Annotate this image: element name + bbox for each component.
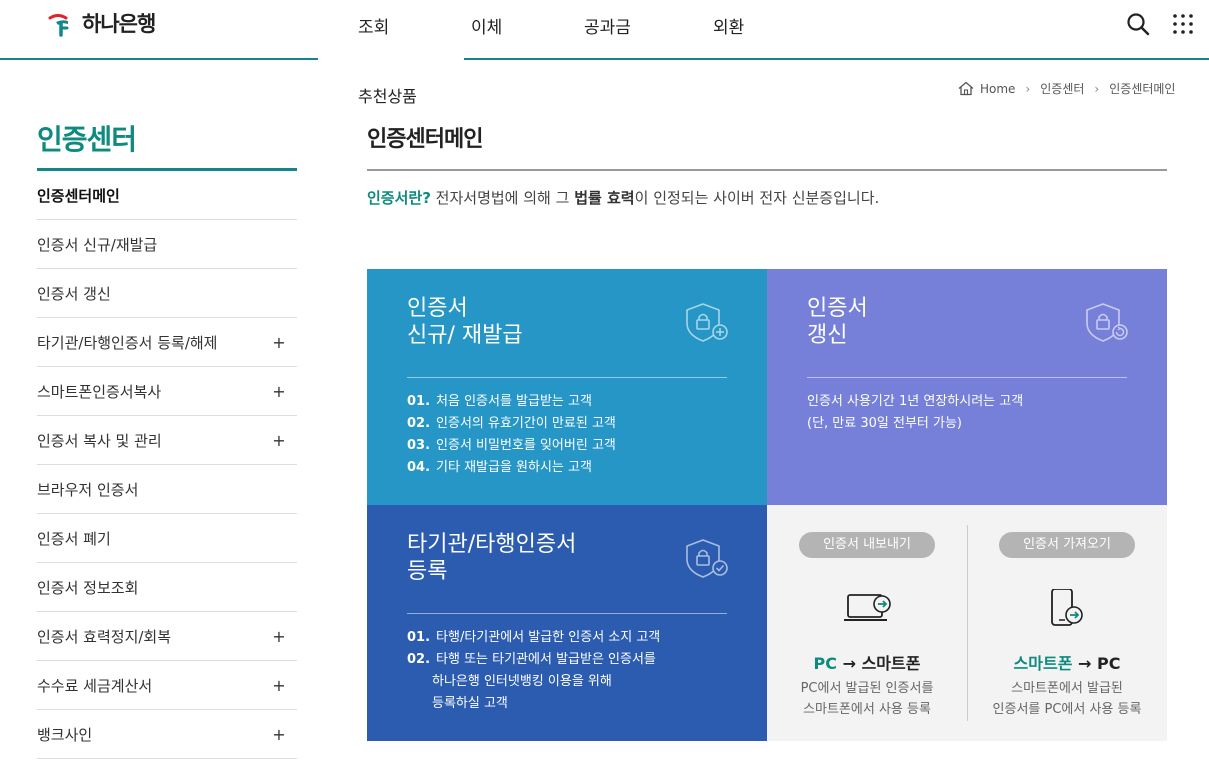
sidebar: 인증센터 인증센터메인 인증서 신규/재발급 인증서 갱신 타기관/타행인증서 … [37,118,297,759]
sidebar-item-label: 브라우저 인증서 [37,480,139,499]
export-description: PC에서 발급된 인증서를 스마트폰에서 사용 등록 [800,681,934,717]
sidebar-item-label: 스마트폰인증서복사 [37,382,162,401]
chevron-right-icon: › [1025,81,1031,96]
import-flow: 스마트폰 → PC [1013,654,1121,673]
list-item: 04. 기타 재발급을 원하시는 고객 [407,460,592,475]
sidebar-item-label: 인증서 정보조회 [37,578,139,597]
intro-highlight: 인증서란? [367,189,431,207]
cert-export-button[interactable]: 인증서 내보내기 [799,532,935,558]
nav-inquiry[interactable]: 조회 [358,13,389,38]
card-title: 타기관/타행인증서 등록 [407,532,577,584]
shield-lock-refresh-icon [1086,303,1128,342]
cert-import-button[interactable]: 인증서 가져오기 [999,532,1135,558]
sidebar-item-label: 수수료 세금계산서 [37,676,153,695]
breadcrumb-home[interactable]: Home [980,82,1015,96]
plus-icon[interactable]: + [271,725,287,744]
hana-bank-logo[interactable]: 하나은행 [46,8,156,38]
list-item: 01. 타행/타기관에서 발급한 인증서 소지 고객 [407,630,661,645]
all-menu-grid-icon[interactable] [1172,13,1194,35]
sidebar-item-cert-suspend[interactable]: 인증서 효력정지/회복 + [37,612,297,661]
sidebar-item-cert-renew[interactable]: 인증서 갱신 [37,269,297,318]
laptop-arrow-icon [844,594,891,621]
page-title: 인증센터메인 [367,127,483,152]
sidebar-item-cert-info[interactable]: 인증서 정보조회 [37,563,297,612]
chevron-right-icon: › [1094,81,1100,96]
list-item: 02. 인증서의 유효기간이 만료된 고객 [407,416,616,431]
sidebar-item-other-bank-cert[interactable]: 타기관/타행인증서 등록/해제 + [37,318,297,367]
plus-icon[interactable]: + [271,676,287,695]
card-divider [407,613,727,614]
list-item: 01. 처음 인증서를 발급받는 고객 [407,394,592,409]
card-divider [807,377,1127,378]
phone-arrow-icon [1051,589,1083,626]
arrow-right-icon: → [1078,654,1092,673]
header: 하나은행 조회 이체 공과금 외환 [0,0,1209,60]
sidebar-item-cert-copy-manage[interactable]: 인증서 복사 및 관리 + [37,416,297,465]
list-item: 02. 타행 또는 타기관에서 발급받은 인증서를 [407,652,656,667]
intro-bold: 법률 효력 [574,189,635,207]
import-description: 스마트폰에서 발급된 인증서를 PC에서 사용 등록 [992,681,1142,717]
plus-icon[interactable]: + [271,627,287,646]
sidebar-item-label: 인증센터메인 [37,186,120,205]
home-icon [958,81,974,96]
plus-icon[interactable]: + [271,333,287,352]
breadcrumb: Home › 인증센터 › 인증센터메인 [958,80,1175,97]
sidebar-item-cert-main[interactable]: 인증센터메인 [37,171,297,220]
title-divider [367,169,1167,171]
nav-utility-bills[interactable]: 공과금 [584,13,631,38]
list-item-continued: 등록하실 고객 [432,696,508,711]
card-divider [407,377,727,378]
cert-export-panel[interactable]: 인증서 내보내기 PC → 스마트폰 PC에서 발급된 인증서를 스마트폰에서 … [767,505,967,741]
intro-part2: 이 인정되는 사이버 전자 신분증입니다. [634,189,880,207]
list-item-continued: 하나은행 인터넷뱅킹 이용을 위해 [432,674,612,689]
shield-lock-check-icon [686,539,728,578]
card-title: 인증서 신규/ 재발급 [407,296,523,348]
sidebar-item-cert-revoke[interactable]: 인증서 폐기 [37,514,297,563]
sidebar-item-label: 인증서 갱신 [37,284,111,303]
recommended-products-link[interactable]: 추천상품 [358,83,417,107]
plus-icon[interactable]: + [271,382,287,401]
sidebar-item-label: 인증서 복사 및 관리 [37,431,162,450]
header-underline-left [0,58,318,60]
card-cert-renew[interactable]: 인증서 갱신 인증서 사용기간 1년 연장하시려는 고객 (단, 만료 30일 … [767,269,1167,505]
hana-logo-icon [48,14,69,37]
breadcrumb-cert-center[interactable]: 인증센터 [1040,80,1084,97]
card-target-list: 01. 타행/타기관에서 발급한 인증서 소지 고객 02. 타행 또는 타기관에서… [407,627,660,715]
list-item: 03. 인증서 비밀번호를 잊어버린 고객 [407,438,616,453]
sidebar-item-label: 인증서 폐기 [37,529,111,548]
search-icon[interactable] [1126,12,1150,36]
card-cert-transfer: 인증서 내보내기 PC → 스마트폰 PC에서 발급된 인증서를 스마트폰에서 … [767,505,1167,741]
sidebar-item-label: 인증서 효력정지/회복 [37,627,172,646]
sidebar-item-cert-issue[interactable]: 인증서 신규/재발급 [37,220,297,269]
sidebar-item-smartphone-copy[interactable]: 스마트폰인증서복사 + [37,367,297,416]
sidebar-item-label: 타기관/타행인증서 등록/해제 [37,333,218,352]
nav-foreign-exchange[interactable]: 외환 [713,13,744,38]
card-other-bank-register[interactable]: 타기관/타행인증서 등록 01. 타행/타기관에서 발급한 인증서 소지 고객 0… [367,505,767,741]
sidebar-item-banksign[interactable]: 뱅크사인 + [37,710,297,759]
sidebar-item-fee-invoice[interactable]: 수수료 세금계산서 + [37,661,297,710]
sidebar-item-label: 인증서 신규/재발급 [37,235,158,254]
shield-lock-plus-icon [686,303,728,342]
nav-transfer[interactable]: 이체 [471,13,502,38]
intro-part1: 전자서명법에 의해 그 [430,189,575,207]
arrow-right-icon: → [842,654,856,673]
sidebar-item-label: 뱅크사인 [37,725,93,744]
sidebar-menu: 인증센터메인 인증서 신규/재발급 인증서 갱신 타기관/타행인증서 등록/해제… [37,171,297,759]
export-flow: PC → 스마트폰 [813,654,921,673]
breadcrumb-current: 인증센터메인 [1109,82,1176,96]
card-cert-issue[interactable]: 인증서 신규/ 재발급 01. 처음 인증서를 발급받는 고객 02. 인증서의 유… [367,269,767,505]
card-title: 인증서 갱신 [807,296,868,348]
logo-text: 하나은행 [82,12,156,36]
sidebar-item-browser-cert[interactable]: 브라우저 인증서 [37,465,297,514]
cert-import-panel[interactable]: 인증서 가져오기 스마트폰 → PC 스마트폰에서 발급된 인증서를 PC에서 … [967,505,1167,741]
sidebar-title: 인증센터 [37,123,137,156]
plus-icon[interactable]: + [271,431,287,450]
header-underline-right [464,58,1209,60]
card-description: 인증서 사용기간 1년 연장하시려는 고객 (단, 만료 30일 전부터 가능) [807,394,1024,431]
card-target-list: 01. 처음 인증서를 발급받는 고객 02. 인증서의 유효기간이 만료된 고객 … [407,391,616,479]
intro-text: 인증서란? 전자서명법에 의해 그 법률 효력이 인정되는 사이버 전자 신분증… [367,187,879,208]
